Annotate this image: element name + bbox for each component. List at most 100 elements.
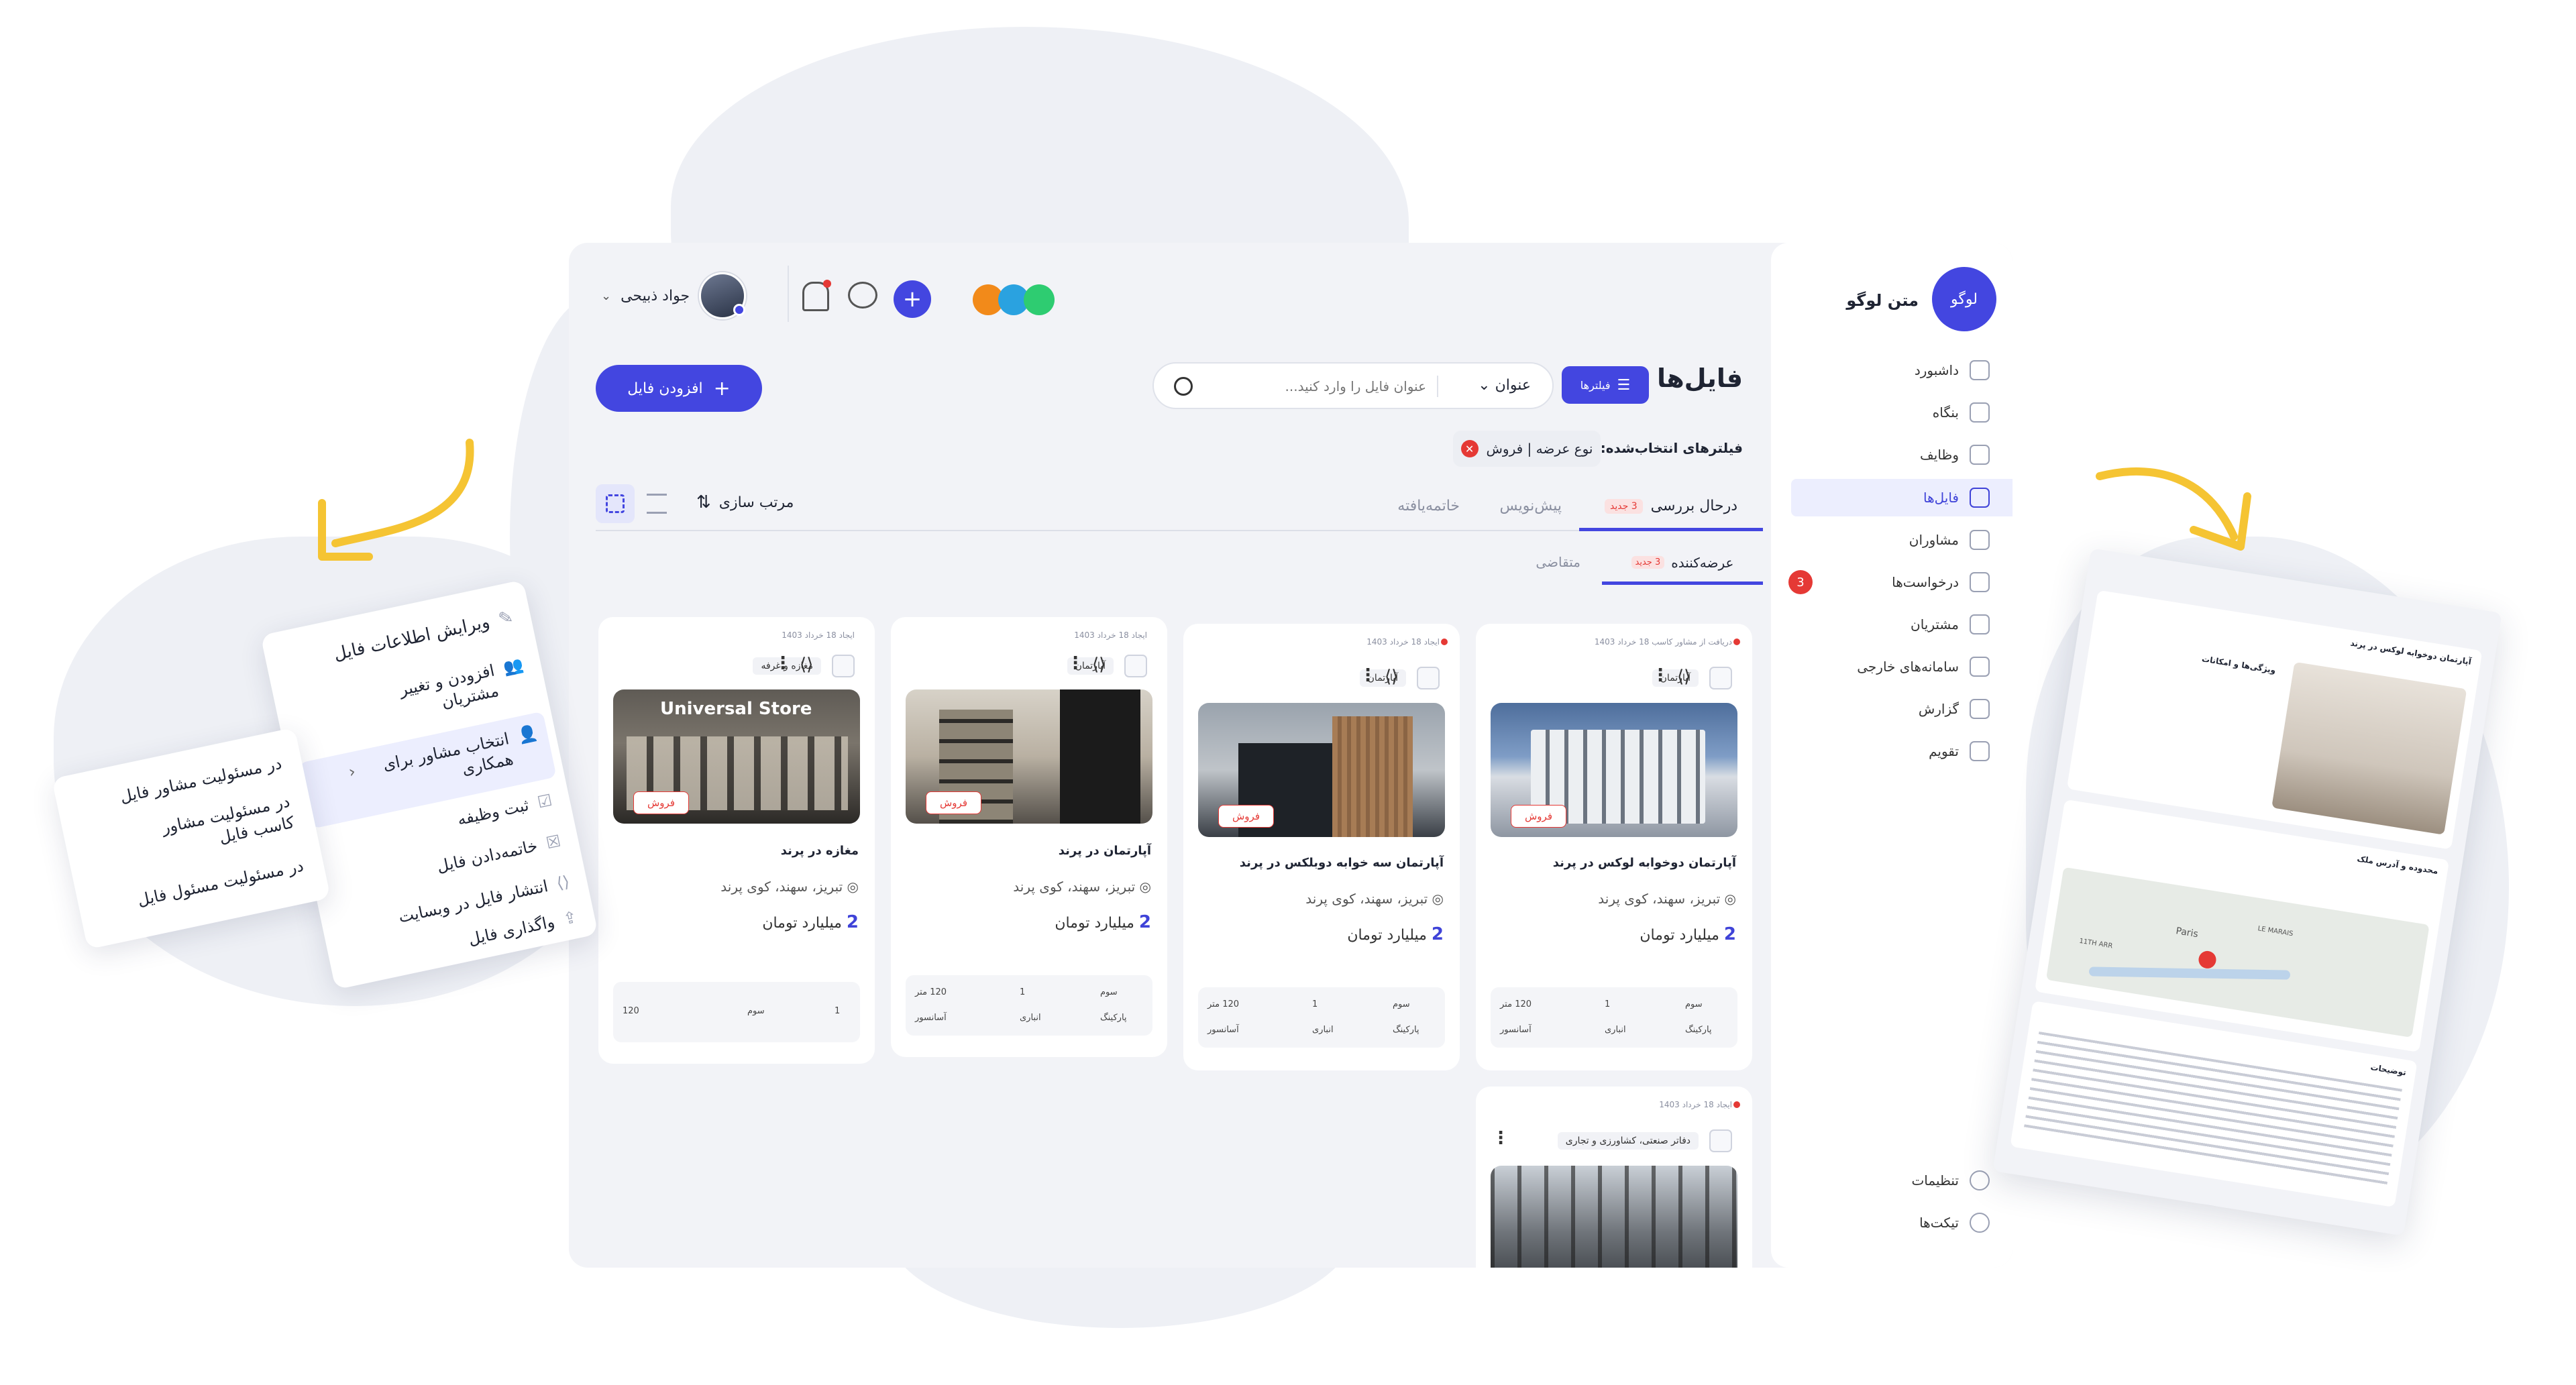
menu-item-finish[interactable]: ☒ خاتمه‌دادن فایل bbox=[435, 831, 563, 875]
tab-finished[interactable]: خاتمه‌یافته bbox=[1397, 498, 1460, 514]
share-icon: ⟨⟩ bbox=[555, 872, 572, 893]
card-date: ایجاد 18 خرداد 1403 bbox=[1074, 630, 1147, 640]
sidebar-item-agency[interactable]: بنگاه bbox=[1791, 394, 2012, 431]
detail-title: آپارتمان دوخوابه لوکس در پرند bbox=[2349, 638, 2472, 667]
spec-parking: پارکینگ bbox=[1393, 1025, 1419, 1035]
users-icon: 👥 bbox=[501, 655, 525, 677]
assign-icon: ⇪ bbox=[561, 907, 579, 929]
tabs-bar: درحال بررسی 3 جدید پیش‌نویس خاتمه‌یافته … bbox=[596, 484, 1763, 531]
user-menu[interactable]: ⌄ جواد ذبیحی bbox=[601, 272, 747, 319]
file-card[interactable]: ایجاد 18 خرداد 1403 دفاتر صنعتی، کشاورزی… bbox=[1476, 1087, 1752, 1268]
spec-storage: 1 bbox=[835, 1006, 841, 1016]
spec-rooms: 1 bbox=[1020, 987, 1026, 997]
card-title: آپارتمان دوخوابه لوکس در پرند bbox=[1552, 856, 1736, 870]
card-specs: 120 سوم 1 bbox=[613, 982, 860, 1042]
grid-view-button[interactable] bbox=[596, 484, 635, 523]
card-specs: 120 متر 1 سوم آسانسور انباری پارکینگ bbox=[906, 975, 1152, 1036]
more-icon[interactable]: ⋮ bbox=[774, 653, 792, 673]
sort-button[interactable]: مرتب سازی ⇅ bbox=[696, 492, 794, 512]
filter-icon: ☰ bbox=[1617, 376, 1631, 394]
divider bbox=[788, 266, 789, 322]
close-icon[interactable]: ✕ bbox=[1460, 440, 1479, 457]
more-icon[interactable]: ⋮ bbox=[1492, 1128, 1509, 1148]
card-type-badge: دفاتر صنعتی، کشاورزی و تجاری bbox=[1557, 1132, 1699, 1150]
file-card[interactable]: ایجاد 18 خرداد 1403 آپارتمان ⟨⟩ ⋮ فروش آ… bbox=[891, 617, 1167, 1057]
submenu-item[interactable]: در مسئولیت مشاور کاسب فایل bbox=[117, 791, 297, 869]
gear-icon bbox=[1970, 1170, 1990, 1190]
share-icon[interactable]: ⟨⟩ bbox=[1385, 667, 1398, 687]
new-badge: 3 جدید bbox=[1605, 498, 1643, 514]
sidebar-item-tasks[interactable]: وظایف bbox=[1791, 436, 2012, 474]
filters-button[interactable]: ☰ فیلترها bbox=[1562, 366, 1649, 404]
menu-item-customers[interactable]: 👥 افزودن و تغییر مشتریان bbox=[357, 654, 530, 730]
share-icon[interactable]: ⟨⟩ bbox=[1677, 667, 1690, 687]
sidebar-item-tickets[interactable]: تیکت‌ها bbox=[1791, 1204, 2012, 1241]
sidebar-item-files[interactable]: فایل‌ها bbox=[1791, 479, 2012, 516]
whatsapp-icon[interactable] bbox=[1024, 284, 1055, 315]
bell-icon[interactable] bbox=[802, 280, 831, 311]
spec-storage: انباری bbox=[1020, 1013, 1041, 1023]
card-photo: فروش bbox=[1491, 703, 1737, 837]
more-icon[interactable]: ⋮ bbox=[1359, 665, 1377, 685]
card-checkbox[interactable] bbox=[1124, 655, 1147, 677]
user-name: جواد ذبیحی bbox=[621, 287, 690, 304]
requests-icon bbox=[1970, 572, 1990, 592]
search-input[interactable] bbox=[1213, 373, 1428, 400]
file-card[interactable]: ایجاد 18 خرداد 1403 آپارتمان ⟨⟩ ⋮ فروش آ… bbox=[1183, 624, 1460, 1070]
submenu-item[interactable]: در مسئولیت مسئول فایل bbox=[136, 856, 305, 909]
files-icon bbox=[1970, 488, 1990, 508]
social-icons bbox=[973, 284, 1055, 315]
search-icon[interactable] bbox=[1174, 377, 1193, 396]
spec-area: 120 متر bbox=[1500, 999, 1532, 1009]
selected-filter-chip[interactable]: نوع عرضه | فروش ✕ bbox=[1453, 431, 1601, 467]
menu-item-task[interactable]: ☑ ثبت وظیفه bbox=[455, 791, 553, 829]
spec-storage: انباری bbox=[1312, 1025, 1334, 1035]
sidebar-item-customers[interactable]: مشتریان bbox=[1791, 606, 2012, 643]
more-icon[interactable]: ⋮ bbox=[1652, 665, 1669, 685]
add-button[interactable]: + bbox=[894, 280, 931, 318]
tab-in-review[interactable]: درحال بررسی 3 جدید bbox=[1579, 484, 1763, 531]
list-view-button[interactable] bbox=[647, 494, 667, 514]
card-date: ایجاد 18 خرداد 1403 bbox=[782, 630, 855, 640]
page-title: فایل‌ها bbox=[1657, 364, 1743, 393]
tab-draft[interactable]: پیش‌نویس bbox=[1500, 498, 1562, 514]
card-checkbox[interactable] bbox=[1709, 667, 1732, 689]
card-price: 2 میلیارد تومان bbox=[1347, 924, 1444, 944]
share-icon[interactable]: ⟨⟩ bbox=[800, 655, 813, 675]
spec-floor: سوم bbox=[1100, 987, 1118, 997]
pin-icon: ◎ bbox=[843, 879, 859, 895]
sidebar-item-dashboard[interactable]: داشبورد bbox=[1791, 351, 2012, 389]
search-field-select[interactable]: عنوان ⌄ bbox=[1478, 377, 1531, 394]
menu-item-edit[interactable]: ✎ ویرایش اطلاعات فایل bbox=[332, 607, 515, 665]
store-sign: Universal Store bbox=[660, 699, 812, 719]
sidebar-item-settings[interactable]: تنظیمات bbox=[1791, 1162, 2012, 1199]
chat-icon[interactable] bbox=[848, 282, 877, 309]
report-icon bbox=[1970, 699, 1990, 719]
subtab-supplier[interactable]: عرضه‌کننده 3 جدید bbox=[1602, 543, 1763, 585]
card-checkbox[interactable] bbox=[832, 655, 855, 677]
sidebar-item-calendar[interactable]: تقویم bbox=[1791, 732, 2012, 770]
chevron-down-icon: ⌄ bbox=[601, 288, 612, 303]
card-title: آپارتمان در پرند bbox=[1058, 844, 1151, 858]
add-file-button[interactable]: + افزودن فایل bbox=[596, 365, 762, 412]
file-card[interactable]: ایجاد 18 خرداد 1403 مغازه و غرفه ⟨⟩ ⋮ Un… bbox=[598, 617, 875, 1064]
card-location: ◎ تبریز، سهند، کوی پرند bbox=[1013, 879, 1151, 895]
pin-icon: ◎ bbox=[1135, 879, 1151, 895]
spec-parking: پارکینگ bbox=[1100, 1013, 1127, 1023]
share-icon[interactable]: ⟨⟩ bbox=[1092, 655, 1106, 675]
sidebar-item-advisors[interactable]: مشاوران bbox=[1791, 521, 2012, 559]
sidebar-item-requests[interactable]: درخواست‌ها bbox=[1791, 563, 2012, 601]
sidebar-item-report[interactable]: گزارش bbox=[1791, 690, 2012, 728]
card-price: 2 میلیارد تومان bbox=[762, 912, 859, 932]
card-checkbox[interactable] bbox=[1417, 667, 1440, 689]
file-card[interactable]: دریافت از مشاور کاسب 18 خرداد 1403 آپارت… bbox=[1476, 624, 1752, 1070]
dashboard-icon bbox=[1970, 360, 1990, 380]
menu-item-assign[interactable]: ⇪ واگذاری فایل bbox=[467, 907, 579, 949]
more-icon[interactable]: ⋮ bbox=[1067, 653, 1084, 673]
search-bar[interactable]: عنوان ⌄ bbox=[1152, 362, 1554, 409]
card-location: ◎ تبریز، سهند، کوی پرند bbox=[1598, 891, 1736, 907]
card-checkbox[interactable] bbox=[1709, 1129, 1732, 1152]
subtab-applicant[interactable]: متقاضی bbox=[1536, 554, 1580, 570]
sidebar-item-external[interactable]: سامانه‌های خارجی bbox=[1791, 648, 2012, 685]
card-price: 2 میلیارد تومان bbox=[1055, 912, 1151, 932]
